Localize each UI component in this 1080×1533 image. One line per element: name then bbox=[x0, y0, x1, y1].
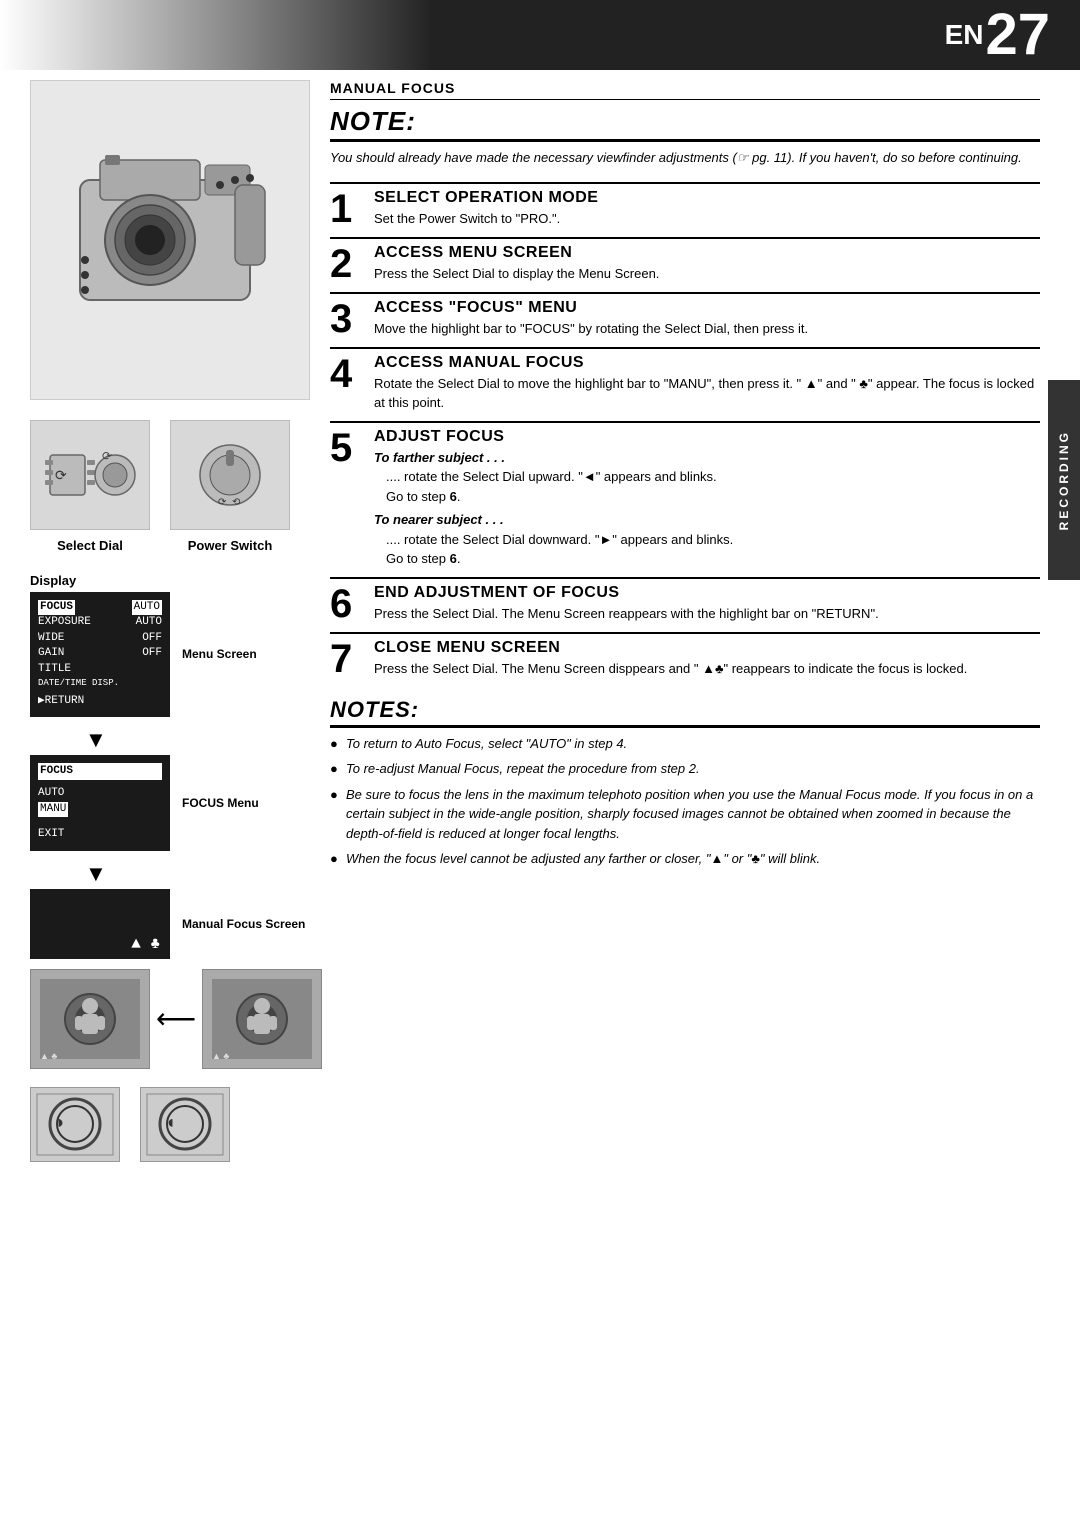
left-column: ⟳ ⟳ ⟳ ⟲ Select Dial Power Switch Display bbox=[30, 80, 320, 1162]
step-5-body: To farther subject . . . .... rotate the… bbox=[374, 448, 1040, 569]
note-heading: NOTE: bbox=[330, 106, 1040, 142]
step-3-number: 3 bbox=[330, 299, 366, 339]
svg-text:◖: ◖ bbox=[165, 1112, 176, 1132]
step-4-body: Rotate the Select Dial to move the highl… bbox=[374, 374, 1040, 413]
step-5-sub2-goto: Go to step 6. bbox=[374, 549, 1040, 569]
en-prefix: EN bbox=[945, 19, 984, 51]
svg-text:⟲: ⟲ bbox=[232, 497, 241, 508]
notes-heading: NOTES: bbox=[330, 697, 1040, 728]
step-3: 3 ACCESS "FOCUS" MENU Move the highlight… bbox=[330, 292, 1040, 347]
notes-section: NOTES: To return to Auto Focus, select "… bbox=[330, 697, 1040, 869]
step-5-heading: ADJUST FOCUS bbox=[374, 428, 1040, 446]
camera-illustration bbox=[30, 80, 310, 400]
step-5: 5 ADJUST FOCUS To farther subject . . . … bbox=[330, 421, 1040, 577]
note-text: You should already have made the necessa… bbox=[330, 148, 1040, 168]
step-5-sub1-line1: .... rotate the Select Dial upward. "◄" … bbox=[374, 467, 1040, 487]
step-2-content: ACCESS MENU SCREEN Press the Select Dial… bbox=[374, 244, 1040, 284]
illus-focus-ring-1: ◗ bbox=[30, 1087, 120, 1162]
note-item-3: Be sure to focus the lens in the maximum… bbox=[330, 785, 1040, 844]
recording-text: RECORDING bbox=[1057, 430, 1071, 530]
arrow-down-1: ▼ bbox=[85, 727, 320, 753]
dial-switch-row: ⟳ ⟳ ⟳ ⟲ bbox=[30, 420, 320, 530]
bottom-illustrations: ▲ ♣ ⟵ ▲ ♣ bbox=[30, 969, 320, 1162]
menu-screen-box: FOCUSAUTO EXPOSUREAUTO WIDEOFF GAINOFF T… bbox=[30, 592, 170, 717]
display-label: Display bbox=[30, 573, 320, 588]
step-6-body: Press the Select Dial. The Menu Screen r… bbox=[374, 604, 1040, 624]
step-2-number: 2 bbox=[330, 244, 366, 284]
step-3-content: ACCESS "FOCUS" MENU Move the highlight b… bbox=[374, 299, 1040, 339]
arrow-down-2: ▼ bbox=[85, 861, 320, 887]
svg-text:▲ ♣: ▲ ♣ bbox=[212, 1051, 229, 1061]
menu-screen-row: FOCUSAUTO EXPOSUREAUTO WIDEOFF GAINOFF T… bbox=[30, 592, 320, 717]
svg-text:▲ ♣: ▲ ♣ bbox=[40, 1051, 57, 1061]
step-5-sub1-goto: Go to step 6. bbox=[374, 487, 1040, 507]
step-7-number: 7 bbox=[330, 639, 366, 679]
illus-focus-ring-2: ◖ bbox=[140, 1087, 230, 1162]
svg-text:⟳: ⟳ bbox=[102, 449, 112, 463]
right-column: MANUAL FOCUS NOTE: You should already ha… bbox=[330, 80, 1040, 875]
step-2-body: Press the Select Dial to display the Men… bbox=[374, 264, 1040, 284]
select-dial-illustration: ⟳ ⟳ bbox=[30, 420, 150, 530]
manual-focus-screen-box: ▲ ♣ bbox=[30, 889, 170, 959]
select-dial-label: Select Dial bbox=[30, 538, 150, 553]
manual-focus-screen-label: Manual Focus Screen bbox=[182, 917, 305, 931]
note-item-2: To re-adjust Manual Focus, repeat the pr… bbox=[330, 759, 1040, 779]
step-1-heading: SELECT OPERATION MODE bbox=[374, 189, 1040, 207]
note-box: NOTE: You should already have made the n… bbox=[330, 106, 1040, 168]
step-3-heading: ACCESS "FOCUS" MENU bbox=[374, 299, 1040, 317]
step-4-heading: ACCESS MANUAL FOCUS bbox=[374, 354, 1040, 372]
menu-screen-label: Menu Screen bbox=[182, 647, 257, 661]
step-7-content: CLOSE MENU SCREEN Press the Select Dial.… bbox=[374, 639, 1040, 679]
step-7-body: Press the Select Dial. The Menu Screen d… bbox=[374, 659, 1040, 679]
svg-text:⟳: ⟳ bbox=[218, 497, 227, 508]
step-5-content: ADJUST FOCUS To farther subject . . . ..… bbox=[374, 428, 1040, 569]
focus-menu-label: FOCUS Menu bbox=[182, 796, 259, 810]
step-1-number: 1 bbox=[330, 189, 366, 229]
step-5-sub1-head: To farther subject . . . bbox=[374, 448, 1040, 468]
step-6-heading: END ADJUSTMENT OF FOCUS bbox=[374, 584, 1040, 602]
step-5-sub2-head: To nearer subject . . . bbox=[374, 510, 1040, 530]
focus-menu-box: FOCUS AUTO MANU EXIT bbox=[30, 755, 170, 851]
manual-focus-screen-row: ▲ ♣ Manual Focus Screen bbox=[30, 889, 320, 959]
step-7: 7 CLOSE MENU SCREEN Press the Select Dia… bbox=[330, 632, 1040, 687]
dial-switch-labels: Select Dial Power Switch bbox=[30, 538, 320, 553]
note-item-4: When the focus level cannot be adjusted … bbox=[330, 849, 1040, 869]
header-bar: EN 27 bbox=[0, 0, 1080, 70]
focus-menu-row: FOCUS AUTO MANU EXIT FOCUS Menu bbox=[30, 755, 320, 851]
notes-list: To return to Auto Focus, select "AUTO" i… bbox=[330, 734, 1040, 869]
step-1-content: SELECT OPERATION MODE Set the Power Swit… bbox=[374, 189, 1040, 229]
svg-text:⟳: ⟳ bbox=[55, 467, 67, 483]
step-1: 1 SELECT OPERATION MODE Set the Power Sw… bbox=[330, 182, 1040, 237]
illus-box-2: ▲ ♣ bbox=[202, 969, 322, 1069]
step-4-number: 4 bbox=[330, 354, 366, 394]
power-switch-label: Power Switch bbox=[170, 538, 290, 553]
step-6-number: 6 bbox=[330, 584, 366, 624]
step-6-content: END ADJUSTMENT OF FOCUS Press the Select… bbox=[374, 584, 1040, 624]
step-2-heading: ACCESS MENU SCREEN bbox=[374, 244, 1040, 262]
step-5-number: 5 bbox=[330, 428, 366, 468]
step-2: 2 ACCESS MENU SCREEN Press the Select Di… bbox=[330, 237, 1040, 292]
note-item-1: To return to Auto Focus, select "AUTO" i… bbox=[330, 734, 1040, 754]
arrow-right-big: ⟵ bbox=[156, 1002, 196, 1035]
recording-sidebar: RECORDING bbox=[1048, 380, 1080, 580]
step-5-sub2-line1: .... rotate the Select Dial downward. "►… bbox=[374, 530, 1040, 550]
power-switch-illustration: ⟳ ⟲ bbox=[170, 420, 290, 530]
section-title: MANUAL FOCUS bbox=[330, 80, 1040, 100]
camera-svg bbox=[50, 100, 290, 380]
step-4: 4 ACCESS MANUAL FOCUS Rotate the Select … bbox=[330, 347, 1040, 421]
step-6: 6 END ADJUSTMENT OF FOCUS Press the Sele… bbox=[330, 577, 1040, 632]
step-7-heading: CLOSE MENU SCREEN bbox=[374, 639, 1040, 657]
svg-text:◗: ◗ bbox=[55, 1112, 66, 1132]
step-1-body: Set the Power Switch to "PRO.". bbox=[374, 209, 1040, 229]
step-4-content: ACCESS MANUAL FOCUS Rotate the Select Di… bbox=[374, 354, 1040, 413]
illus-box-1: ▲ ♣ bbox=[30, 969, 150, 1069]
step-3-body: Move the highlight bar to "FOCUS" by rot… bbox=[374, 319, 1040, 339]
steps-container: 1 SELECT OPERATION MODE Set the Power Sw… bbox=[330, 182, 1040, 687]
page-number: 27 bbox=[985, 6, 1050, 64]
